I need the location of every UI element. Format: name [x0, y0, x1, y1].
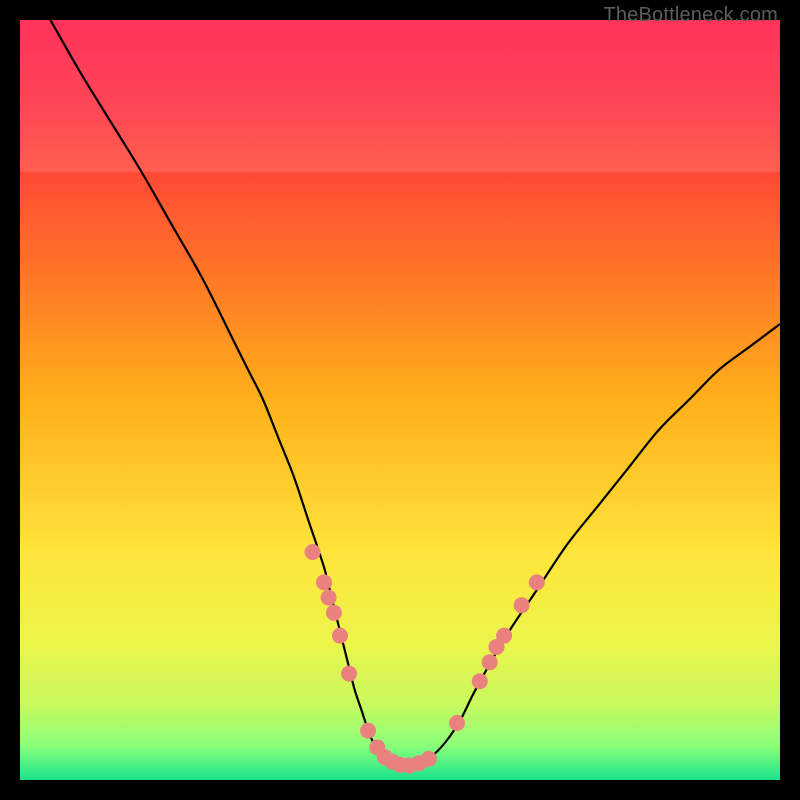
curve-marker — [316, 574, 332, 590]
curve-marker — [305, 544, 321, 560]
curve-marker — [326, 605, 342, 621]
curve-marker — [496, 628, 512, 644]
chart-frame: TheBottleneck.com — [0, 0, 800, 800]
curve-marker — [472, 673, 488, 689]
curve-marker — [321, 590, 337, 606]
chart-svg — [20, 20, 780, 780]
curve-marker — [360, 723, 376, 739]
highlight-band — [20, 20, 780, 172]
curve-marker — [341, 666, 357, 682]
curve-marker — [421, 751, 437, 767]
curve-marker — [449, 715, 465, 731]
watermark-text: TheBottleneck.com — [603, 4, 778, 27]
curve-marker — [332, 628, 348, 644]
curve-marker — [529, 574, 545, 590]
curve-marker — [482, 654, 498, 670]
plot-area — [20, 20, 780, 780]
curve-marker — [514, 597, 530, 613]
